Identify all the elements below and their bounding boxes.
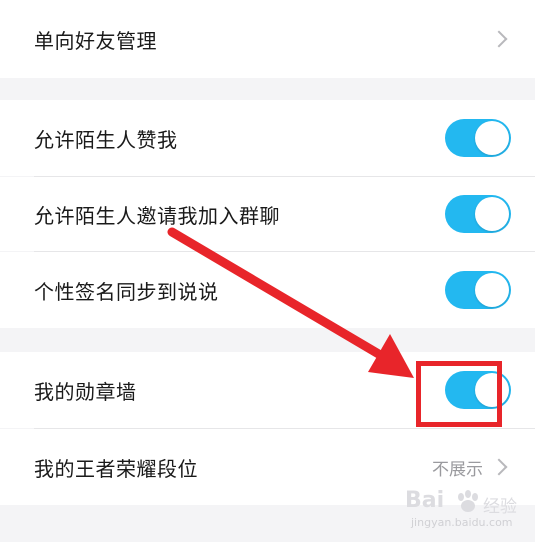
paw-icon <box>458 490 478 512</box>
arrow-shaft <box>167 227 387 361</box>
highlight-box <box>416 361 502 427</box>
watermark-url: jingyan.baidu.com <box>411 516 513 529</box>
baidu-jingyan-watermark: Bai 经验 jingyan.baidu.com <box>405 486 530 536</box>
annotation-arrow <box>167 227 414 378</box>
watermark-brand: Bai <box>405 488 445 513</box>
watermark-suffix: 经验 <box>483 497 517 517</box>
